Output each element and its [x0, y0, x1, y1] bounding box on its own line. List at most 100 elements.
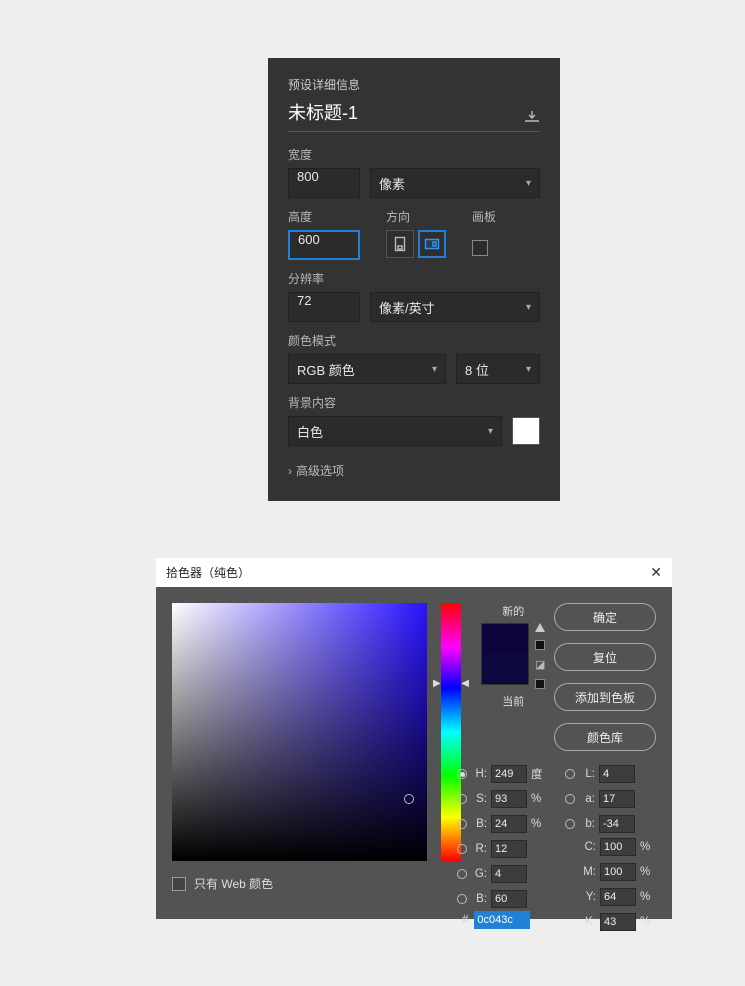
background-label: 背景内容	[288, 394, 540, 411]
web-colors-checkbox[interactable]	[172, 877, 186, 891]
color-mode-value: RGB 颜色	[297, 360, 355, 379]
c-input[interactable]: 100	[600, 838, 636, 856]
current-color-swatch	[482, 654, 528, 684]
websafe-warning-icon[interactable]: ◪	[535, 658, 545, 671]
reset-button[interactable]: 复位	[554, 643, 656, 671]
g-input[interactable]: 4	[491, 865, 527, 883]
artboard-label: 画板	[472, 208, 496, 225]
title-row: 未标题-1	[288, 101, 540, 132]
r-label: R:	[471, 843, 487, 855]
saturation-value-field[interactable]	[172, 603, 427, 861]
chevron-down-icon: ▾	[526, 302, 531, 313]
close-icon[interactable]: ✕	[650, 564, 662, 581]
websafe-snap-swatch[interactable]	[535, 679, 545, 689]
k-unit: %	[640, 916, 654, 928]
h-label: H:	[471, 768, 487, 780]
m-input[interactable]: 100	[600, 863, 636, 881]
lab-b-label: b:	[579, 818, 595, 830]
bval-radio[interactable]	[457, 819, 467, 829]
c-unit: %	[640, 841, 654, 853]
artboard-checkbox[interactable]	[472, 240, 488, 256]
orientation-label: 方向	[386, 208, 446, 225]
hex-input[interactable]: 0c043c	[474, 911, 530, 929]
l-radio[interactable]	[565, 769, 575, 779]
resolution-label: 分辨率	[288, 270, 540, 287]
m-unit: %	[640, 866, 654, 878]
import-preset-icon[interactable]	[524, 109, 540, 125]
add-to-swatches-button[interactable]: 添加到色板	[554, 683, 656, 711]
gamut-snap-swatch[interactable]	[535, 640, 545, 650]
new-color-label: 新的	[502, 603, 524, 619]
m-label: M:	[580, 866, 596, 878]
orientation-landscape-button[interactable]	[418, 230, 446, 258]
width-label: 宽度	[288, 146, 540, 163]
web-colors-label: 只有 Web 颜色	[194, 875, 273, 892]
color-picker-dialog: 拾色器（纯色） ✕ 只有 Web 颜色 ▶◀ 新的	[156, 558, 672, 919]
r-radio[interactable]	[457, 844, 467, 854]
chevron-down-icon: ▾	[526, 178, 531, 189]
ok-button[interactable]: 确定	[554, 603, 656, 631]
bblue-input[interactable]: 60	[491, 890, 527, 908]
s-unit: %	[531, 793, 545, 805]
height-input[interactable]: 600	[288, 230, 360, 260]
color-library-button[interactable]: 颜色库	[554, 723, 656, 751]
s-input[interactable]: 93	[491, 790, 527, 808]
a-radio[interactable]	[565, 794, 575, 804]
new-color-swatch	[482, 624, 528, 654]
advanced-options-toggle[interactable]: 高级选项	[288, 462, 540, 479]
c-label: C:	[580, 841, 596, 853]
sv-cursor-icon	[404, 794, 414, 804]
bblue-radio[interactable]	[457, 894, 467, 904]
y-unit: %	[640, 891, 654, 903]
height-label: 高度	[288, 208, 360, 225]
dialog-header: 拾色器（纯色） ✕	[156, 558, 672, 587]
s-label: S:	[471, 793, 487, 805]
lab-b-input[interactable]: -34	[599, 815, 635, 833]
s-radio[interactable]	[457, 794, 467, 804]
bval-unit: %	[531, 818, 545, 830]
lab-b-radio[interactable]	[565, 819, 575, 829]
width-unit-value: 像素	[379, 174, 405, 193]
r-input[interactable]: 12	[491, 840, 527, 858]
h-unit: 度	[531, 766, 545, 782]
advanced-options-label: 高级选项	[296, 462, 344, 479]
resolution-input[interactable]: 72	[288, 292, 360, 322]
width-unit-select[interactable]: 像素 ▾	[370, 168, 540, 198]
chevron-down-icon: ▾	[488, 426, 493, 437]
hex-hash-label: #	[462, 914, 468, 926]
bval-input[interactable]: 24	[491, 815, 527, 833]
a-input[interactable]: 17	[599, 790, 635, 808]
bblue-label: B:	[471, 893, 487, 905]
h-input[interactable]: 249	[491, 765, 527, 783]
k-label: K:	[580, 916, 596, 928]
color-bits-select[interactable]: 8 位 ▾	[456, 354, 540, 384]
hsb-column: H:249度 S:93% B:24% R:12 G:4 B:60	[457, 764, 545, 909]
panel-heading: 预设详细信息	[288, 76, 540, 93]
a-label: a:	[579, 793, 595, 805]
chevron-down-icon: ▾	[432, 364, 437, 375]
cmyk-column: C:100% M:100% Y:64% K:43%	[580, 837, 654, 932]
g-radio[interactable]	[457, 869, 467, 879]
width-input[interactable]: 800	[288, 168, 360, 198]
color-compare-swatches[interactable]	[481, 623, 529, 685]
color-mode-label: 颜色模式	[288, 332, 540, 349]
y-input[interactable]: 64	[600, 888, 636, 906]
dialog-title: 拾色器（纯色）	[166, 564, 250, 581]
document-title-input[interactable]: 未标题-1	[288, 101, 516, 125]
background-swatch[interactable]	[512, 417, 540, 445]
bval-label: B:	[471, 818, 487, 830]
h-radio[interactable]	[457, 769, 467, 779]
l-label: L:	[579, 768, 595, 780]
resolution-unit-select[interactable]: 像素/英寸 ▾	[370, 292, 540, 322]
background-value: 白色	[297, 422, 323, 441]
l-input[interactable]: 4	[599, 765, 635, 783]
resolution-unit-value: 像素/英寸	[379, 298, 435, 317]
gamut-warning-icon[interactable]	[535, 623, 545, 632]
preset-details-panel: 预设详细信息 未标题-1 宽度 800 像素 ▾ 高度 600 方向	[268, 58, 560, 501]
color-bits-value: 8 位	[465, 360, 489, 379]
color-mode-select[interactable]: RGB 颜色 ▾	[288, 354, 446, 384]
orientation-portrait-button[interactable]	[386, 230, 414, 258]
hex-row: # 0c043c	[462, 911, 530, 929]
k-input[interactable]: 43	[600, 913, 636, 931]
background-select[interactable]: 白色 ▾	[288, 416, 502, 446]
